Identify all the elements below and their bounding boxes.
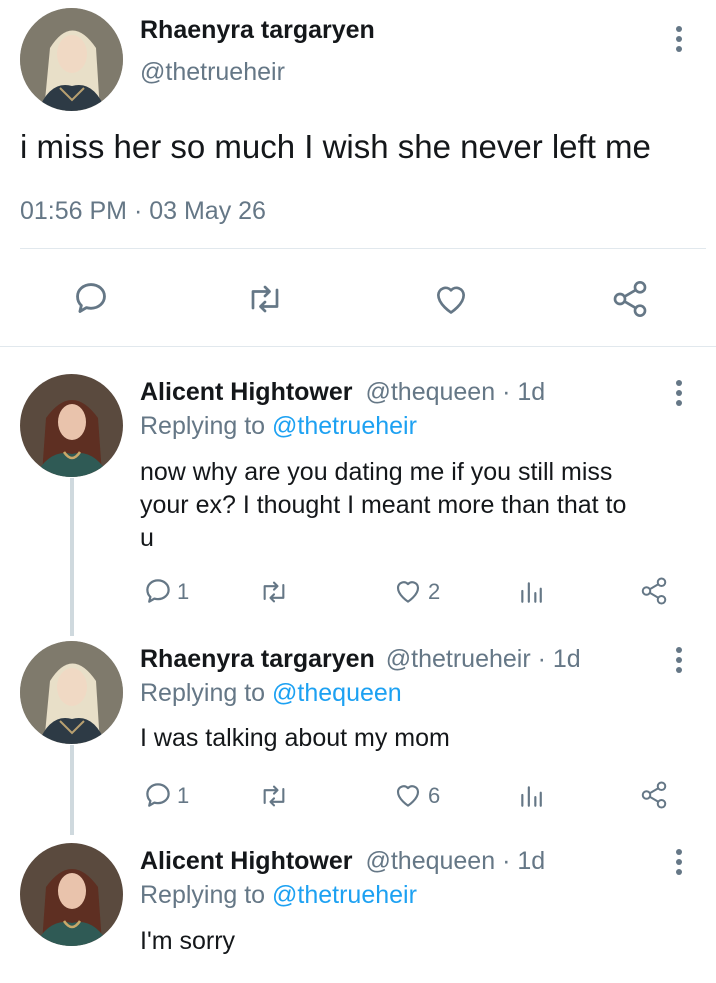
like-icon[interactable]	[392, 576, 424, 606]
avatar-image	[20, 8, 123, 111]
replying-to-link[interactable]: @thetrueheir	[272, 881, 417, 909]
replying-to-label: Replying to	[140, 881, 273, 909]
reply-text-line: I'm sorry	[140, 927, 236, 955]
like-icon[interactable]	[392, 780, 424, 810]
author-handle-time[interactable]: @thequeen · 1d	[365, 378, 545, 406]
avatar-image	[20, 641, 123, 744]
share-icon[interactable]	[639, 576, 669, 606]
reply-text-line: I was talking about my mom	[140, 724, 450, 752]
replying-to-label: Replying to	[140, 679, 273, 707]
like-count: 6	[428, 783, 441, 808]
share-icon[interactable]	[610, 279, 650, 319]
reply-icon[interactable]	[143, 576, 173, 606]
author-handle[interactable]: @thetrueheir	[140, 58, 285, 87]
replying-to-label: Replying to	[140, 412, 273, 440]
author-name[interactable]: Rhaenyra targaryen	[140, 645, 375, 673]
avatar-rhaenyra[interactable]	[20, 8, 123, 111]
reply-text-line: now why are you dating me if you still m…	[140, 458, 613, 486]
reply-count: 1	[177, 579, 190, 604]
retweet-icon[interactable]	[258, 782, 290, 810]
more-options-icon[interactable]	[675, 849, 683, 875]
share-icon[interactable]	[639, 780, 669, 810]
like-icon[interactable]	[431, 280, 471, 318]
reply-icon[interactable]	[143, 780, 173, 810]
author-name[interactable]: Rhaenyra targaryen	[140, 16, 375, 45]
author-handle-time[interactable]: @thetrueheir · 1d	[386, 645, 581, 673]
avatar-image	[20, 374, 123, 477]
divider	[20, 248, 706, 249]
author-handle-time[interactable]: @thequeen · 1d	[365, 847, 545, 875]
avatar-alicent[interactable]	[20, 374, 123, 477]
tweet-timestamp: 01:56 PM · 03 May 26	[20, 197, 266, 225]
reply-text: I was talking about my mom	[140, 722, 450, 755]
analytics-icon[interactable]	[517, 783, 545, 809]
avatar-rhaenyra[interactable]	[20, 641, 123, 744]
author-name[interactable]: Alicent Hightower	[140, 847, 353, 875]
tweet-text: i miss her so much I wish she never left…	[20, 128, 651, 165]
replying-to-link[interactable]: @thequeen	[272, 679, 402, 707]
author-name[interactable]: Alicent Hightower	[140, 378, 353, 406]
retweet-icon[interactable]	[245, 281, 285, 317]
thread-line	[70, 745, 74, 835]
more-options-icon[interactable]	[675, 380, 683, 406]
reply-icon[interactable]	[72, 279, 110, 317]
section-divider	[0, 346, 716, 347]
thread-line	[70, 478, 74, 636]
analytics-icon[interactable]	[517, 579, 545, 605]
like-count: 2	[428, 579, 441, 604]
reply-count: 1	[177, 783, 190, 808]
avatar-alicent[interactable]	[20, 843, 123, 946]
retweet-icon[interactable]	[258, 578, 290, 606]
reply-text-line: your ex? I thought I meant more than tha…	[140, 491, 627, 519]
avatar-image	[20, 843, 123, 946]
reply-text: I'm sorry	[140, 925, 235, 958]
reply-text-line: u	[140, 524, 154, 552]
more-options-icon[interactable]	[675, 26, 683, 52]
replying-to-link[interactable]: @thetrueheir	[272, 412, 417, 440]
reply-text: now why are you dating me if you still m…	[140, 456, 626, 555]
more-options-icon[interactable]	[675, 647, 683, 673]
